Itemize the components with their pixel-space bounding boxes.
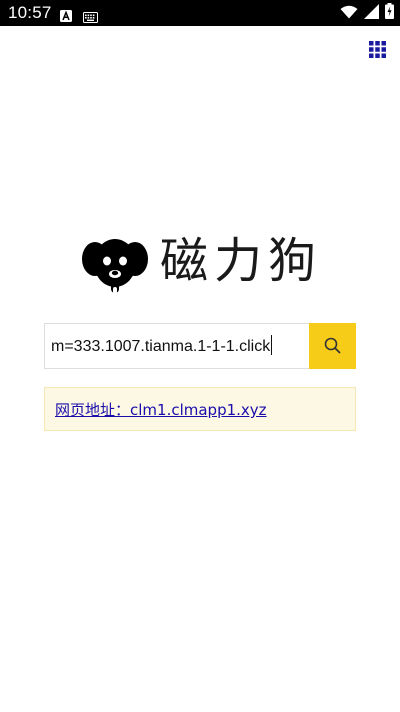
- keyboard-icon: [83, 8, 98, 23]
- a-icon: [60, 7, 72, 22]
- status-time: 10:57: [8, 3, 52, 22]
- text-cursor: [271, 335, 273, 355]
- dog-logo-icon: [80, 231, 150, 305]
- app-content: 磁力狗 m=333.1007.tianma.1-1-1.click 网页地址：c…: [0, 26, 400, 712]
- status-icons: [340, 3, 394, 23]
- status-bar: 10:57: [0, 0, 400, 26]
- search-button[interactable]: [309, 323, 356, 369]
- signal-icon: [364, 3, 379, 23]
- logo-text: 磁力狗: [160, 233, 323, 289]
- site-address-link[interactable]: 网页地址：clm1.clmapp1.xyz: [55, 399, 267, 420]
- wifi-icon: [340, 4, 358, 23]
- search-input-value: m=333.1007.tianma.1-1-1.click: [51, 335, 273, 356]
- battery-icon: [385, 3, 394, 23]
- notice-box: 网页地址：clm1.clmapp1.xyz: [44, 387, 356, 431]
- search-icon: [324, 337, 341, 354]
- search-input[interactable]: m=333.1007.tianma.1-1-1.click: [44, 323, 309, 369]
- logo: 磁力狗: [80, 231, 320, 301]
- grid-menu-icon[interactable]: [369, 41, 386, 58]
- search-bar: m=333.1007.tianma.1-1-1.click: [44, 323, 356, 369]
